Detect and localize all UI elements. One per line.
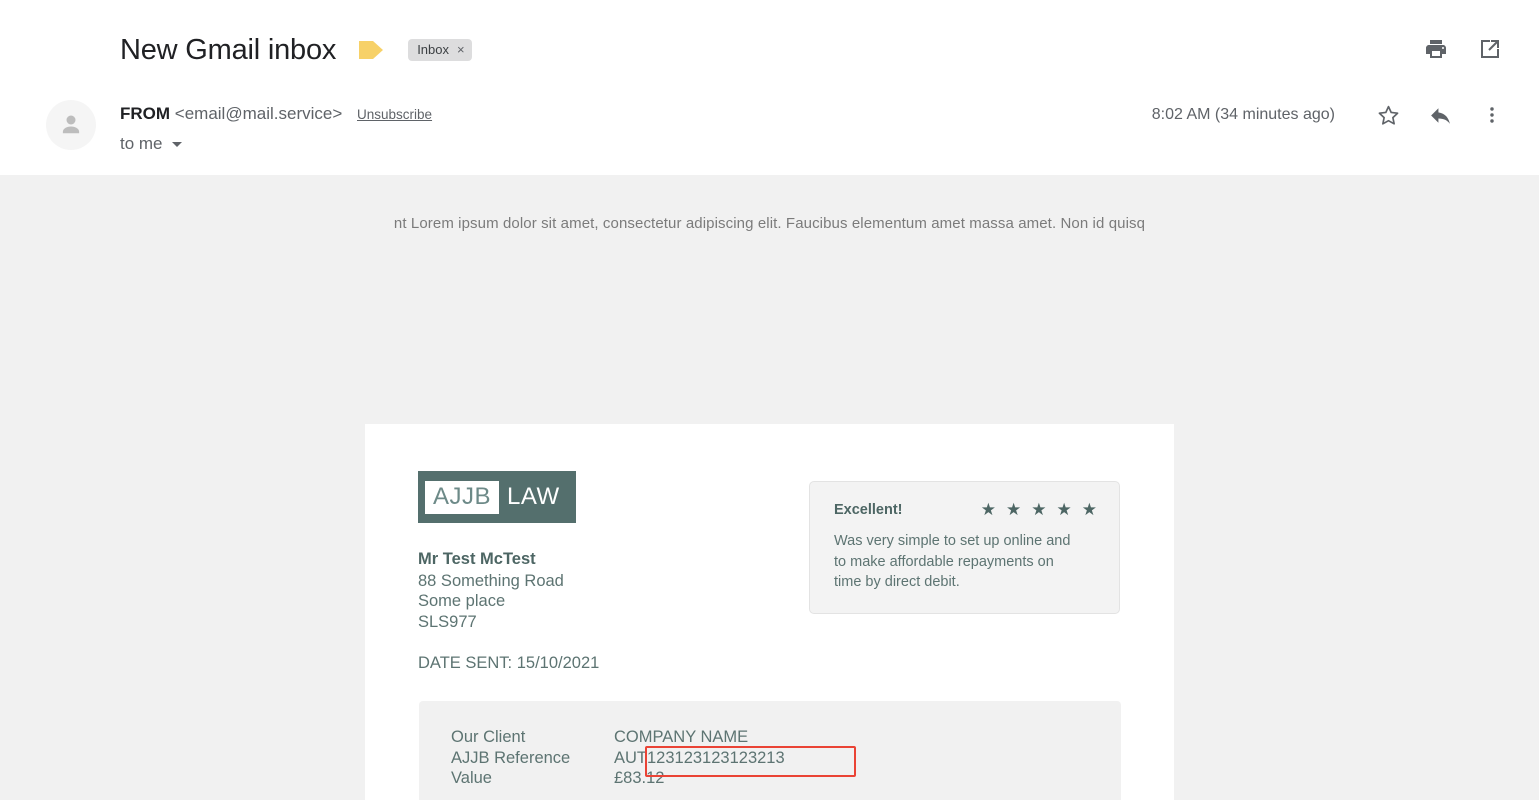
star-icon: ★ (1081, 500, 1097, 519)
sender-info: FROM <email@mail.service> Unsubscribe to… (120, 100, 1152, 155)
star-icon: ★ (980, 500, 996, 519)
logo-mark-box: AJJB (425, 480, 500, 514)
detail-label: AJJB Reference (451, 748, 571, 767)
review-header: Excellent! ★ ★ ★ ★ ★ (834, 500, 1097, 520)
detail-value: AUT123123123123213 (614, 748, 785, 767)
close-icon[interactable]: × (457, 39, 465, 61)
sender-name: FROM (120, 104, 171, 123)
message-timestamp: 8:02 AM (34 minutes ago) (1151, 106, 1335, 123)
detail-row: AJJB Reference AUT123123123123213 (451, 748, 1121, 769)
review-star-rating: ★ ★ ★ ★ ★ (981, 501, 1097, 519)
importance-marker-icon[interactable] (358, 39, 384, 61)
star-outline-icon[interactable] (1375, 102, 1401, 128)
message-header: New Gmail inbox Inbox × FROM <email@mail… (0, 0, 1539, 175)
detail-row: Value £83.12 (451, 768, 1121, 789)
detail-value: £83.12 (614, 769, 665, 787)
star-icon: ★ (1006, 500, 1022, 519)
detail-label: Value (451, 769, 492, 787)
label-chip-inbox[interactable]: Inbox × (408, 39, 472, 61)
date-sent: DATE SENT: 15/10/2021 (418, 654, 600, 672)
recipient-label: to me (120, 134, 163, 153)
unsubscribe-link[interactable]: Unsubscribe (357, 107, 432, 122)
header-actions (1421, 34, 1505, 64)
recipient-line[interactable]: to me (120, 133, 1152, 155)
print-icon[interactable] (1421, 34, 1451, 64)
ajjb-law-logo: AJJB LAW (418, 471, 576, 523)
caret-down-icon[interactable] (171, 141, 182, 147)
more-vertical-icon[interactable] (1479, 102, 1505, 128)
email-preheader-text: nt Lorem ipsum dolor sit amet, consectet… (393, 215, 1146, 232)
review-testimonial-card: Excellent! ★ ★ ★ ★ ★ Was very simple to … (809, 481, 1120, 614)
message-meta-actions: 8:02 AM (34 minutes ago) (1152, 100, 1505, 128)
client-details-panel: Our Client COMPANY NAME AJJB Reference A… (419, 701, 1121, 800)
subject-row: New Gmail inbox Inbox × (120, 28, 472, 72)
logo-word-text: LAW (507, 483, 560, 510)
review-body-text: Was very simple to set up online and to … (834, 533, 1071, 590)
review-title: Excellent! (834, 502, 903, 518)
address-postcode: SLS977 (418, 612, 477, 631)
detail-row: Our Client COMPANY NAME (451, 727, 1121, 748)
logo-mark-text: AJJB (433, 482, 492, 510)
detail-value: COMPANY NAME (614, 728, 749, 746)
detail-label: Our Client (451, 728, 526, 746)
star-icon: ★ (1056, 500, 1072, 519)
sender-email: <email@mail.service> (174, 104, 343, 123)
page-title: New Gmail inbox (120, 34, 337, 66)
star-icon: ★ (1031, 500, 1047, 519)
reply-arrow-icon[interactable] (1427, 102, 1453, 128)
open-in-new-window-icon[interactable] (1475, 34, 1505, 64)
sender-row: FROM <email@mail.service> Unsubscribe to… (46, 100, 1505, 155)
avatar (46, 100, 96, 150)
sender-address-line: FROM <email@mail.service> Unsubscribe (120, 102, 1152, 127)
message-body: nt Lorem ipsum dolor sit amet, consectet… (0, 175, 1539, 800)
label-chip-text: Inbox (417, 42, 449, 57)
